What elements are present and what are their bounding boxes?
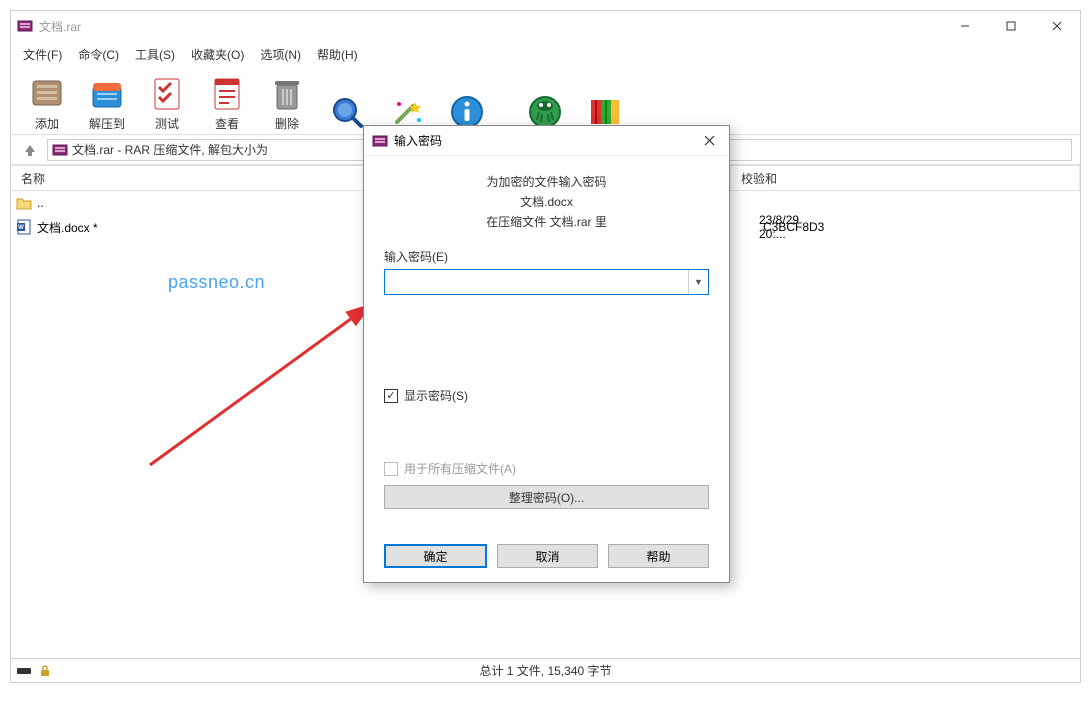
menubar: 文件(F) 命令(C) 工具(S) 收藏夹(O) 选项(N) 帮助(H) [11, 41, 1080, 67]
window-controls [942, 11, 1080, 41]
docx-icon: W [15, 219, 33, 235]
menu-file[interactable]: 文件(F) [15, 42, 70, 67]
show-password-label: 显示密码(S) [404, 387, 468, 404]
tool-view[interactable]: 查看 [199, 70, 255, 132]
tool-extract[interactable]: 解压到 [79, 70, 135, 132]
password-combo: ▼ [384, 269, 709, 295]
status-summary: 总计 1 文件, 15,340 字节 [191, 662, 900, 679]
extract-icon [87, 73, 127, 113]
ok-button[interactable]: 确定 [384, 544, 487, 568]
window-title: 文档.rar [39, 18, 942, 35]
tool-scan[interactable] [517, 70, 573, 132]
dialog-message: 为加密的文件输入密码 文档.docx 在压缩文件 文档.rar 里 [384, 172, 709, 232]
cancel-button[interactable]: 取消 [497, 544, 598, 568]
combo-dropdown-button[interactable]: ▼ [688, 270, 708, 294]
dialog-app-icon [372, 133, 388, 149]
menu-help[interactable]: 帮助(H) [309, 42, 366, 67]
password-dialog: 输入密码 为加密的文件输入密码 文档.docx 在压缩文件 文档.rar 里 输… [363, 125, 730, 583]
minimize-button[interactable] [942, 11, 988, 41]
tool-sfx[interactable] [577, 70, 633, 132]
use-all-label: 用于所有压缩文件(A) [404, 460, 516, 477]
folder-up-icon [15, 195, 33, 211]
svg-text:W: W [18, 225, 24, 231]
lock-icon [39, 665, 51, 677]
tool-add[interactable]: 添加 [19, 70, 75, 132]
status-left [11, 665, 191, 677]
manage-passwords-button[interactable]: 整理密码(O)... [384, 485, 709, 509]
close-button[interactable] [1034, 11, 1080, 41]
menu-fav[interactable]: 收藏夹(O) [183, 42, 252, 67]
view-icon [207, 73, 247, 113]
tool-test[interactable]: 测试 [139, 70, 195, 132]
statusbar: 总计 1 文件, 15,340 字节 [11, 658, 1080, 682]
col-name[interactable]: 名称 [11, 166, 381, 190]
show-password-checkbox[interactable]: ✓ [384, 389, 398, 403]
watermark: passneo.cn [168, 272, 265, 293]
up-button[interactable] [19, 139, 41, 161]
tool-find[interactable] [319, 70, 375, 132]
show-password-row[interactable]: ✓ 显示密码(S) [384, 387, 709, 404]
tool-info[interactable] [439, 70, 495, 132]
dialog-titlebar: 输入密码 [364, 126, 729, 156]
archive-icon [52, 142, 68, 158]
dialog-body: 为加密的文件输入密码 文档.docx 在压缩文件 文档.rar 里 输入密码(E… [364, 156, 729, 534]
app-icon [17, 18, 33, 34]
path-text: 文档.rar - RAR 压缩文件, 解包大小为 [72, 141, 268, 158]
menu-tools[interactable]: 工具(S) [127, 42, 183, 67]
dialog-title: 输入密码 [394, 132, 689, 149]
delete-icon [267, 73, 307, 113]
tool-delete[interactable]: 删除 [259, 70, 315, 132]
status-indicator-icon [17, 666, 35, 676]
titlebar: 文档.rar [11, 11, 1080, 41]
test-icon [147, 73, 187, 113]
tool-wizard[interactable] [379, 70, 435, 132]
maximize-button[interactable] [988, 11, 1034, 41]
password-label: 输入密码(E) [384, 248, 709, 265]
help-button[interactable]: 帮助 [608, 544, 709, 568]
dialog-close-button[interactable] [689, 126, 729, 156]
find-icon [327, 92, 367, 132]
use-all-row: 用于所有压缩文件(A) [384, 460, 709, 477]
menu-options[interactable]: 选项(N) [252, 42, 309, 67]
use-all-checkbox [384, 462, 398, 476]
add-icon [27, 73, 67, 113]
col-checksum[interactable]: 校验和 [731, 166, 1080, 190]
password-input[interactable] [385, 270, 688, 294]
dialog-button-row: 确定 取消 帮助 [364, 534, 729, 582]
menu-command[interactable]: 命令(C) [70, 42, 127, 67]
